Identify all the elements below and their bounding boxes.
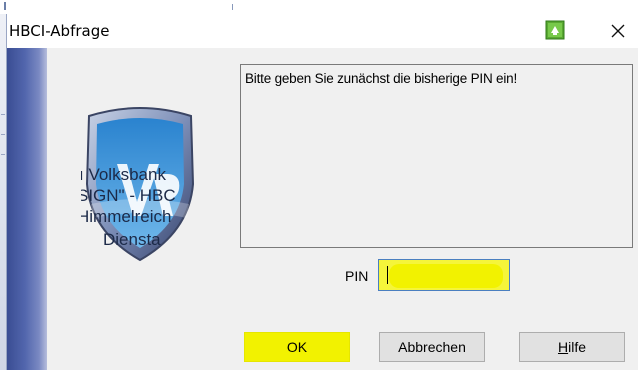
pin-input[interactable] (378, 259, 510, 291)
app-icon (545, 20, 565, 40)
logo-text-line-1: ı Volksbank (81, 165, 166, 184)
prompt-message: Bitte geben Sie zunächst die bisherige P… (245, 71, 518, 86)
vr-shield-logo: ı Volksbank SIGN" - HBC Himmelreich Dien… (81, 107, 195, 262)
help-mnemonic: H (557, 339, 569, 355)
close-button[interactable] (597, 14, 638, 48)
window-title: HBCI-Abfrage (9, 22, 110, 40)
pin-highlight (389, 264, 503, 288)
desktop-dash (1, 114, 5, 115)
side-banner-stripe (7, 48, 47, 370)
cancel-button[interactable]: Abbrechen (379, 332, 485, 362)
help-button[interactable]: Hilfe (519, 332, 625, 362)
pin-label: PIN (345, 268, 369, 284)
hbci-dialog: HBCI-Abfrage ı Volksbank SIGN" - HBC Him… (6, 14, 638, 370)
text-caret (387, 266, 388, 284)
help-label-rest: ilfe (568, 339, 587, 355)
desktop-dash (1, 154, 5, 155)
logo-text-line-3: Himmelreich (81, 207, 171, 226)
desktop-mark (232, 4, 233, 10)
ok-button[interactable]: OK (244, 332, 350, 362)
logo-text-line-2: SIGN" - HBC (81, 186, 176, 205)
message-box: Bitte geben Sie zunächst die bisherige P… (240, 64, 633, 248)
desktop-mark (4, 2, 6, 10)
desktop-top-edge (0, 0, 638, 14)
desktop-dash (1, 134, 5, 135)
logo-text-line-4: Diensta (103, 230, 161, 249)
title-bar[interactable]: HBCI-Abfrage (7, 14, 638, 48)
close-icon (611, 24, 625, 38)
dialog-body: ı Volksbank SIGN" - HBC Himmelreich Dien… (7, 48, 638, 370)
screen: HBCI-Abfrage ı Volksbank SIGN" - HBC Him… (0, 0, 638, 370)
